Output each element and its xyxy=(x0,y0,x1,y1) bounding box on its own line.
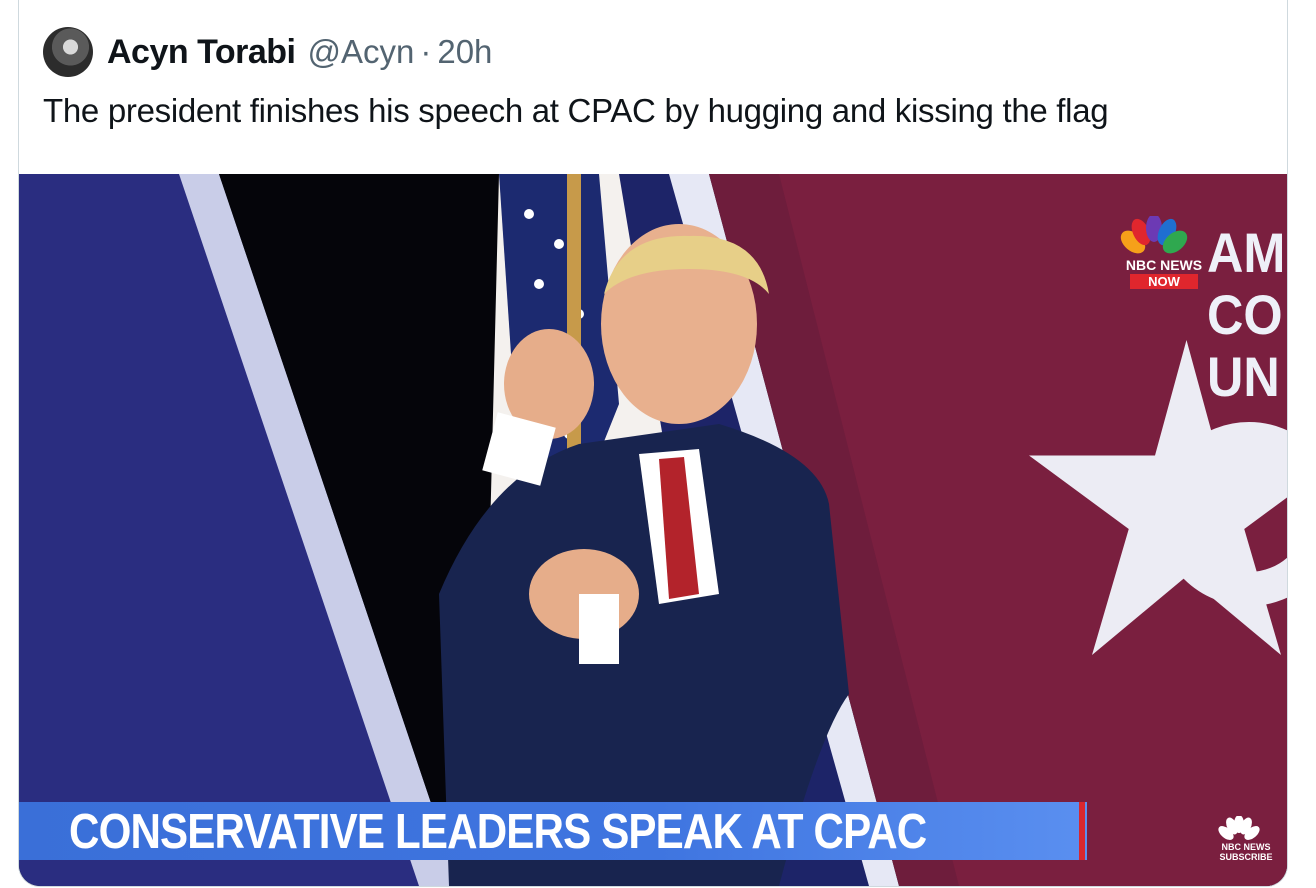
tweet-text: The president finishes his speech at CPA… xyxy=(43,92,1109,129)
backdrop-letter-line: CO xyxy=(1207,283,1283,346)
nbc-news-now-logo: NBC NEWS NOW xyxy=(1119,216,1209,291)
nbc-subscribe-logo[interactable]: NBC NEWS SUBSCRIBE xyxy=(1217,816,1275,862)
chyron-text: CONSERVATIVE LEADERS SPEAK AT CPAC xyxy=(69,805,927,859)
logo-network-label: NBC NEWS xyxy=(1125,257,1203,273)
video-frame xyxy=(19,174,1287,886)
corner-logo-line2: SUBSCRIBE xyxy=(1219,852,1273,862)
tweet-video[interactable]: AM CO UN NBC NEWS NOW CONSERVATIVE LEADE… xyxy=(19,174,1287,886)
chyron-edge xyxy=(1079,802,1085,860)
peacock-icon xyxy=(1120,216,1188,254)
news-chyron: CONSERVATIVE LEADERS SPEAK AT CPAC xyxy=(19,802,1087,860)
peacock-outline-icon xyxy=(1218,816,1260,840)
backdrop-letters: AM CO UN xyxy=(1207,222,1285,408)
tweet-card[interactable]: Acyn Torabi @Acyn · 20h The president fi… xyxy=(18,0,1288,887)
tweet-header: Acyn Torabi @Acyn · 20h xyxy=(43,26,492,78)
avatar[interactable] xyxy=(43,27,93,77)
author-name[interactable]: Acyn Torabi xyxy=(107,33,296,72)
separator: · xyxy=(420,33,432,70)
backdrop-letter-line: UN xyxy=(1207,345,1280,408)
tweet-timestamp[interactable]: 20h xyxy=(437,33,492,71)
backdrop-letter-line: AM xyxy=(1207,221,1286,284)
logo-now-label: NOW xyxy=(1130,274,1198,289)
corner-logo-line1: NBC NEWS xyxy=(1221,842,1271,852)
author-handle[interactable]: @Acyn xyxy=(307,33,414,71)
